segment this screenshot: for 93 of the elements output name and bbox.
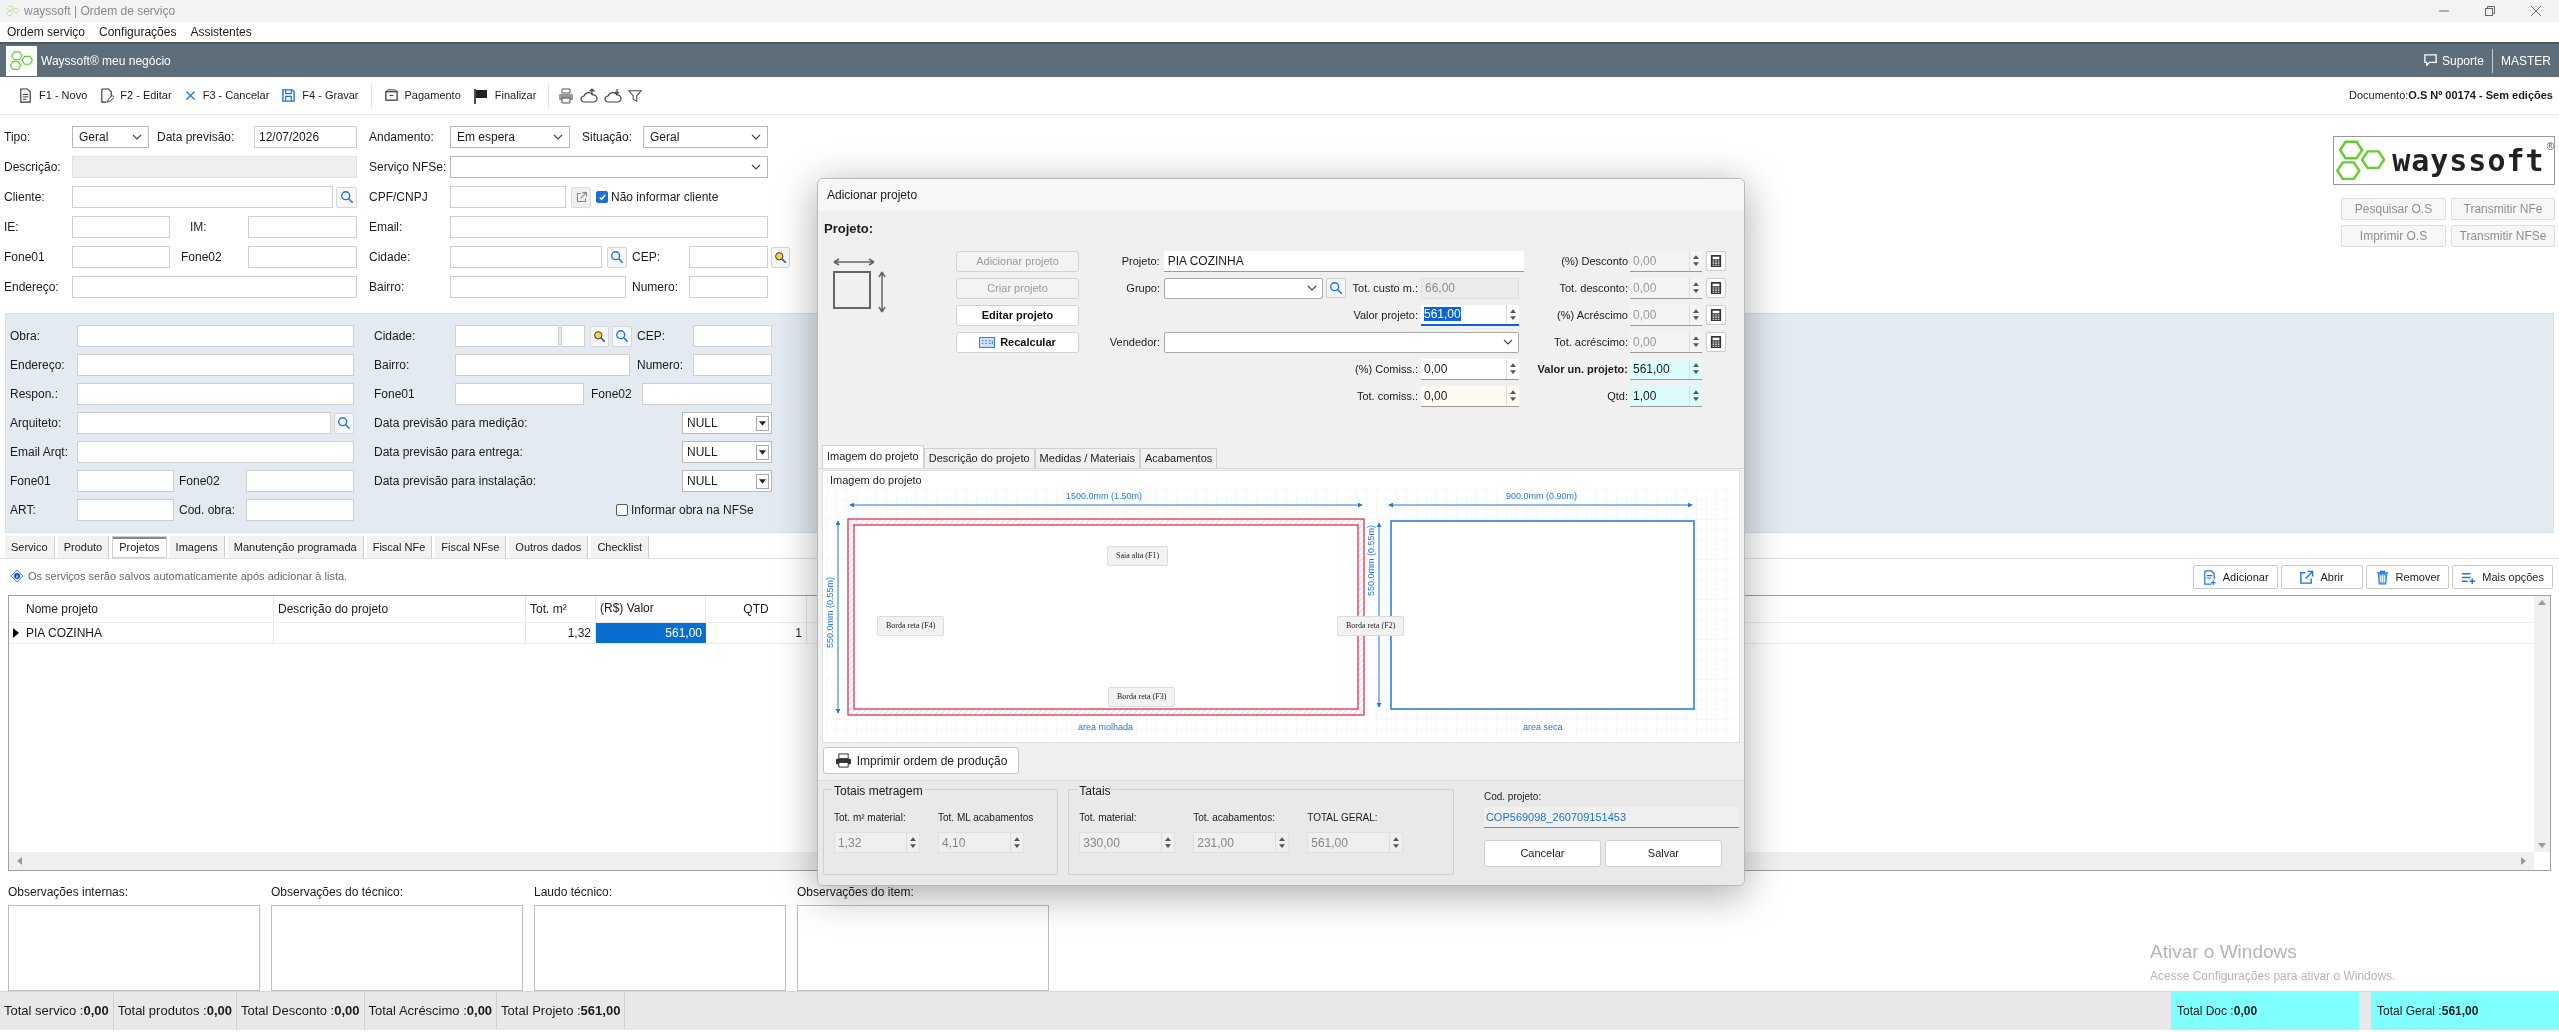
field-label: Arquiteto: xyxy=(10,415,63,432)
field-label: Cod. projeto: xyxy=(1483,790,1543,804)
activation-text: Acesse Configurações para ativar o Windows. xyxy=(2150,967,2396,985)
status-total: Total Acréscimo :0,00 xyxy=(364,992,498,1030)
field-label: Data previsão para medição: xyxy=(373,415,529,432)
field-label: Numero: xyxy=(631,279,679,296)
dialog-title: Adicionar projeto xyxy=(827,187,918,204)
table-cell: 1 xyxy=(706,623,807,643)
status-total: Total Desconto :0,00 xyxy=(237,992,365,1030)
field-label: Tot. acabamentos: xyxy=(1193,811,1276,825)
section-title: Projeto: xyxy=(824,221,874,236)
dimension-label: 900.0mm (0.90m) xyxy=(1506,492,1578,501)
field-label: Descrição: xyxy=(4,159,62,176)
field-label: Tot. material: xyxy=(1079,811,1138,825)
field-label: IE: xyxy=(4,219,20,236)
field-label: CPF/CNPJ xyxy=(368,189,429,206)
field-label: Fone01 xyxy=(373,386,416,403)
field-label: (%) Desconto xyxy=(1560,253,1629,269)
field-label: Tot. custo m.: xyxy=(1351,280,1418,296)
area-label: area seca xyxy=(1523,723,1563,732)
field-label: Endereço: xyxy=(4,279,60,296)
notes-label: Laudo técnico: xyxy=(534,884,614,901)
field-label: Vendedor: xyxy=(1108,334,1160,350)
field-label: Tot. acréscimo: xyxy=(1553,334,1629,350)
notes-label: Observações internas: xyxy=(8,884,130,901)
notes-label: Observações do item: xyxy=(797,884,915,901)
field-label: Cliente: xyxy=(4,189,46,206)
dimension-label: 550.0mm (0.55m) xyxy=(826,577,835,649)
dimension-label: 1500.0mm (1.50m) xyxy=(1066,492,1143,501)
document-status: Documento:O.S Nº 00174 - Sem edições xyxy=(2349,88,2553,104)
edge-label: Borda reta (F2) xyxy=(1337,616,1405,636)
field-label: Qtd: xyxy=(1606,388,1629,404)
field-label: Data previsão para entrega: xyxy=(373,444,524,461)
grand-total: Total Doc :0,00 xyxy=(2171,992,2359,1030)
registered-mark: ® xyxy=(2546,140,2554,154)
field-label: Endereço: xyxy=(10,357,66,374)
status-total: Total produtos :0,00 xyxy=(113,992,237,1030)
field-label: Fone02 xyxy=(590,386,633,403)
field-label: Tot. comiss.: xyxy=(1355,388,1418,404)
field-label: Bairro: xyxy=(373,357,411,374)
field-label: Grupo: xyxy=(1125,280,1160,296)
edge-label: Saia alta (F1) xyxy=(1107,546,1169,566)
field-label: Email Arqt: xyxy=(10,444,70,461)
field-label: Fone01 xyxy=(10,473,52,490)
field-label: Serviço NFSe: xyxy=(368,159,448,176)
field-label: Bairro: xyxy=(368,279,406,296)
brand-name: Wayssoft® meu negócio xyxy=(41,52,171,70)
table-cell: 561,00 xyxy=(596,623,706,643)
field-label: Projeto: xyxy=(1120,253,1160,269)
field-label: Tot. m² material: xyxy=(834,811,907,825)
field-label: Fone02 xyxy=(180,249,223,266)
activation-title: Ativar o Windows xyxy=(2150,940,2298,964)
field-label: Email: xyxy=(368,219,404,236)
field-label: (%) Comiss.: xyxy=(1354,361,1418,377)
field-label: Tipo: xyxy=(4,129,32,146)
field-label: Situação: xyxy=(581,129,634,146)
field-label: Fone01 xyxy=(4,249,46,266)
field-label: ART: xyxy=(10,502,37,519)
field-label: Tot. ML acabamentos xyxy=(938,811,1034,825)
grand-total: Total Geral :561,00 xyxy=(2371,992,2559,1030)
area-label: area molhada xyxy=(1078,723,1134,732)
checkbox-label: Informar obra na NFSe xyxy=(631,502,754,519)
field-label: Obra: xyxy=(10,328,41,345)
field-label: CEP: xyxy=(636,328,666,345)
window-title: wayssoft | Ordem de serviço xyxy=(24,3,176,20)
table-cell: PIA COZINHA xyxy=(22,623,274,643)
edge-label: Borda reta (F4) xyxy=(877,616,945,636)
field-label: Cod. obra: xyxy=(178,502,237,519)
field-label: (%) Acréscimo xyxy=(1556,307,1629,323)
field-label: Fone02 xyxy=(178,473,221,490)
group-label: Imagem do projeto xyxy=(830,472,923,488)
field-label: Tot. desconto: xyxy=(1558,280,1629,296)
field-label: TOTAL GERAL: xyxy=(1307,811,1379,825)
user-name: MASTER xyxy=(2500,52,2552,70)
info-message: Os serviços serão salvos automaticamente após adicionar à lista. xyxy=(28,569,348,584)
dimension-label: 550.0mm (0.55m) xyxy=(1367,525,1376,597)
field-label: Respon.: xyxy=(10,386,60,403)
field-label: Cidade: xyxy=(373,328,417,345)
field-label: IM: xyxy=(189,219,208,236)
field-label: Data previsão: xyxy=(156,129,236,146)
edge-label: Borda reta (F3) xyxy=(1108,687,1176,707)
status-total: Total servico :0,00 xyxy=(0,992,114,1030)
field-label: Data previsão para instalação: xyxy=(373,473,538,490)
notes-label: Observações do técnico: xyxy=(271,884,405,901)
status-total: Total Projeto :561,00 xyxy=(497,992,626,1030)
checkbox-label: Não informar cliente xyxy=(611,189,719,206)
field-label: Andamento: xyxy=(368,129,435,146)
field-label: Cidade: xyxy=(368,249,412,266)
logo-text: wayssoft xyxy=(2392,145,2545,176)
field-label: Numero: xyxy=(636,357,684,374)
field-label: Valor projeto: xyxy=(1352,307,1418,323)
field-label: CEP: xyxy=(631,249,661,266)
field-label: Valor un. projeto: xyxy=(1536,361,1629,377)
